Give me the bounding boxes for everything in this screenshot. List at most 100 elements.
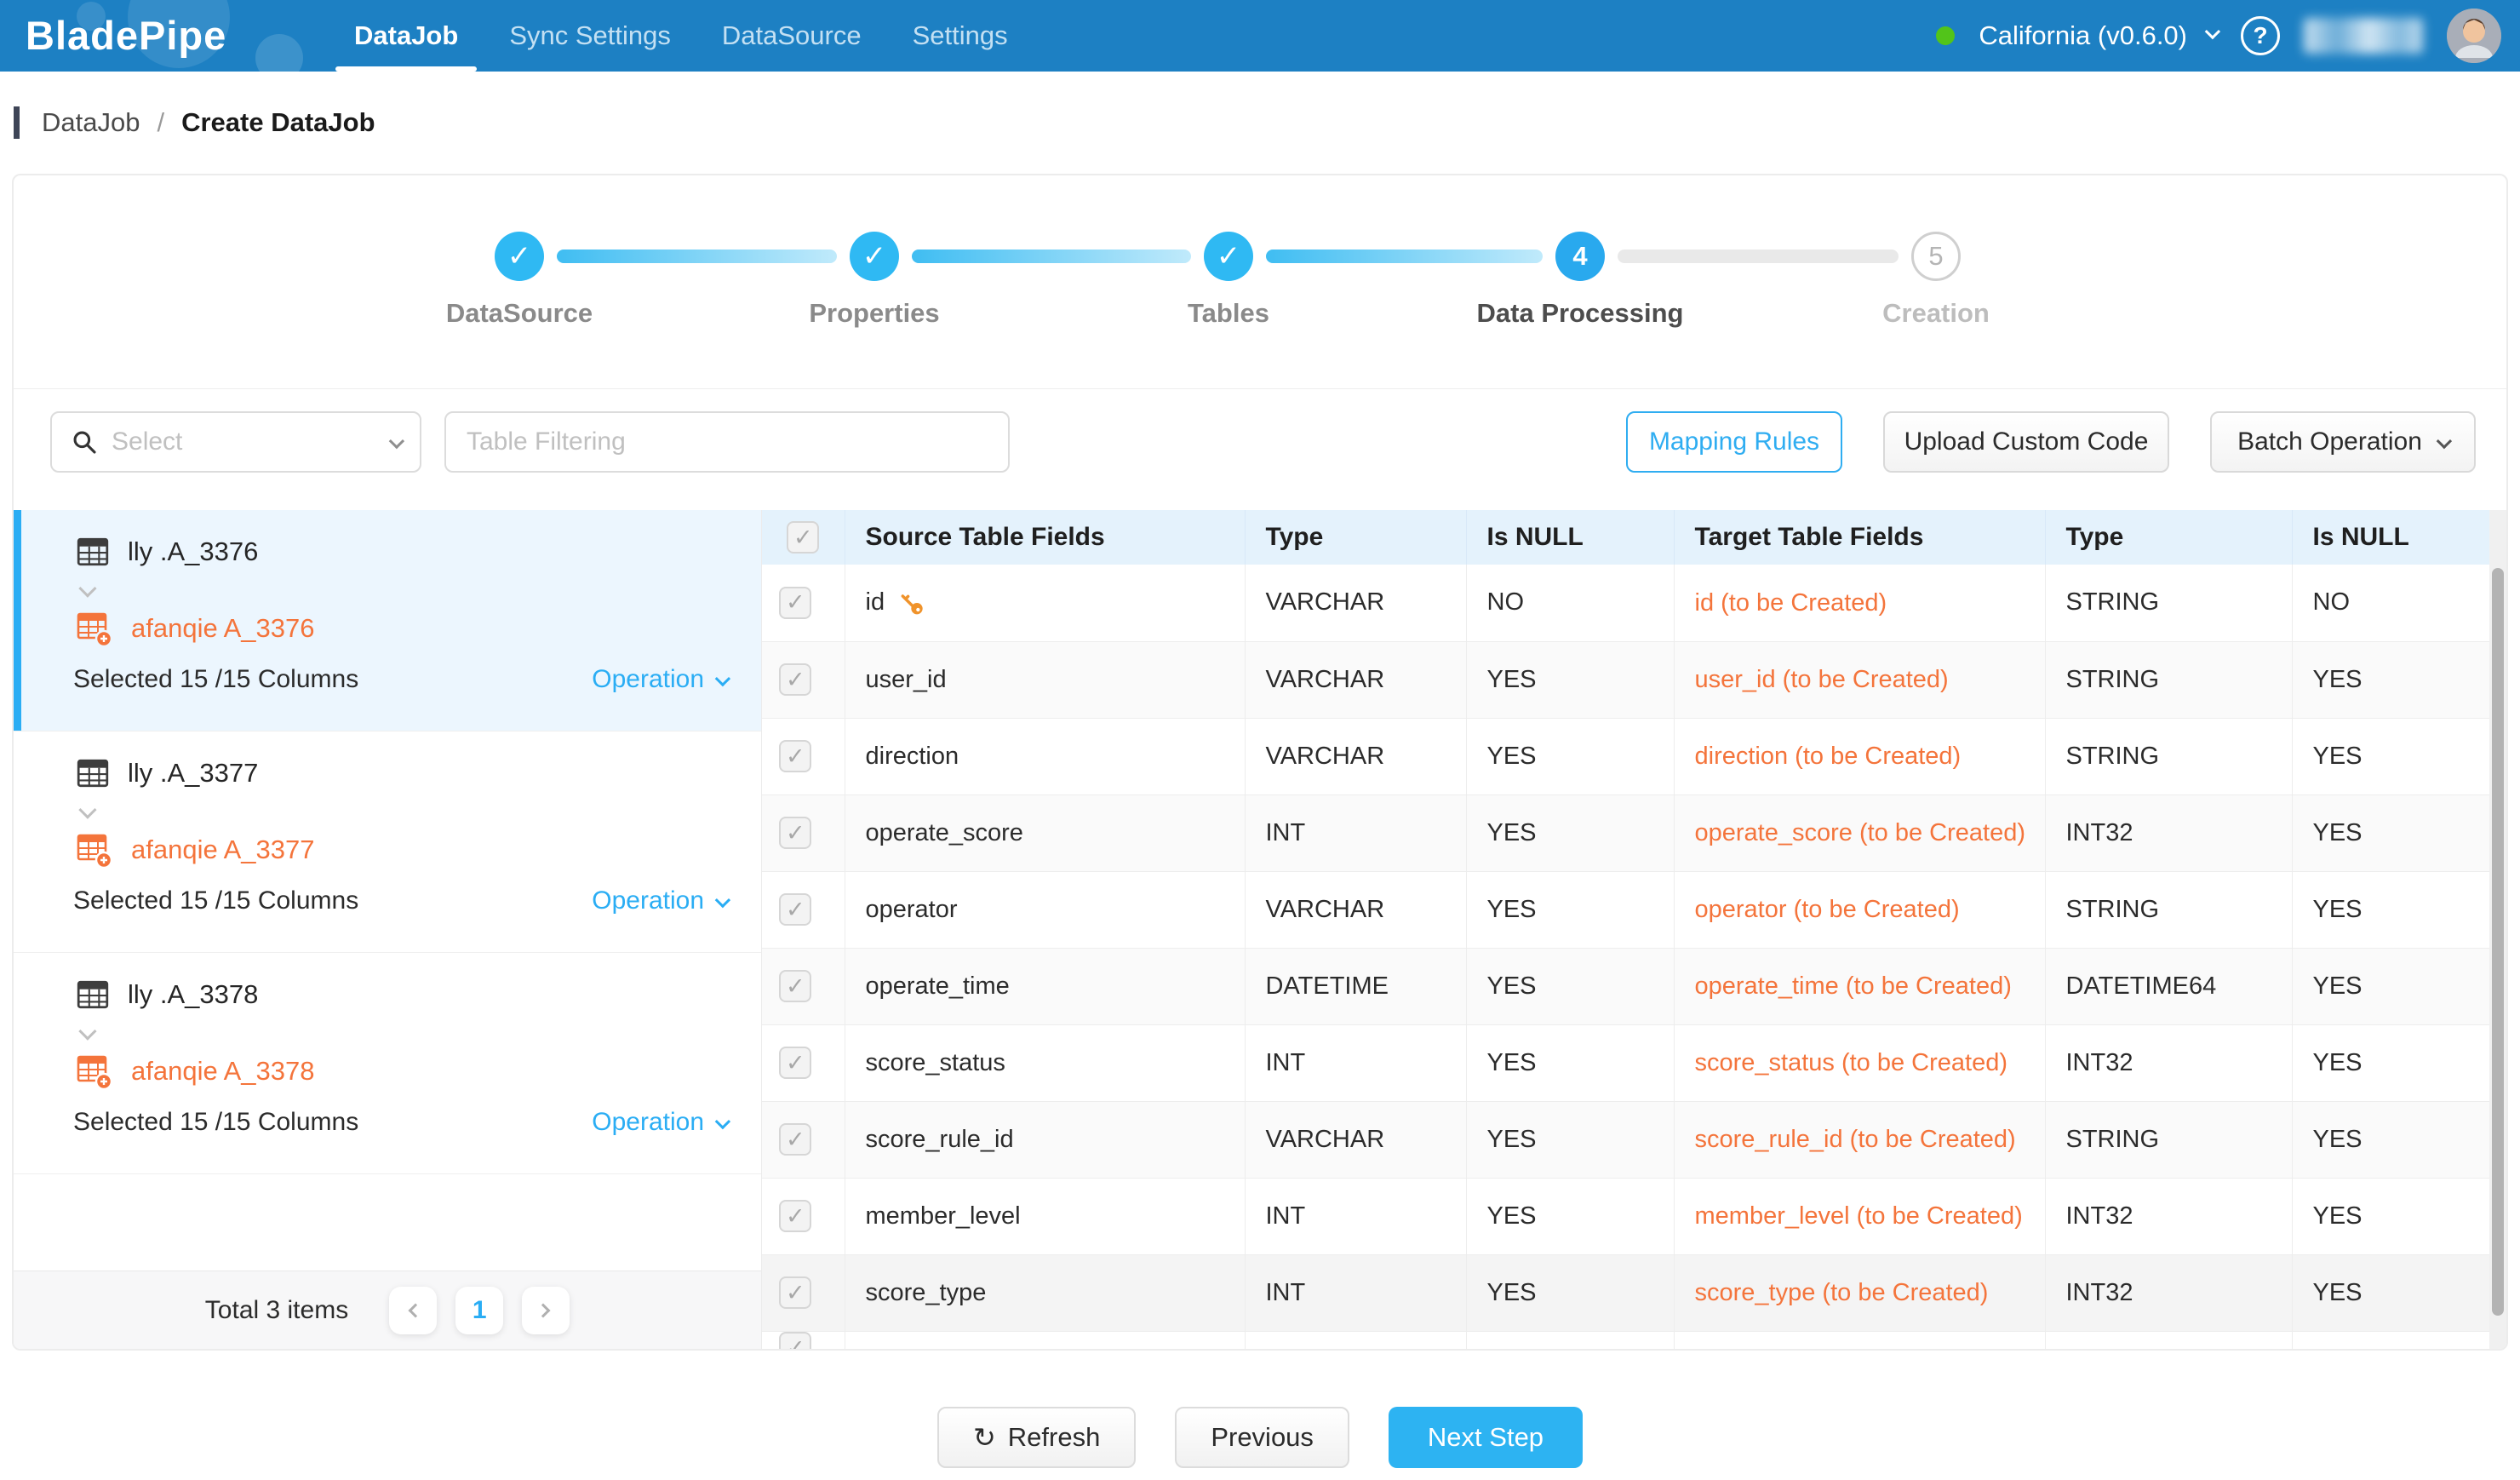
target-field: operate_score (to be Created) <box>1674 794 2045 871</box>
operation-label: Operation <box>592 1108 704 1137</box>
chevron-down-icon <box>2205 23 2220 38</box>
source-is-null: YES <box>1466 1101 1674 1178</box>
step-number: 5 <box>1928 241 1943 272</box>
pagination-prev-button[interactable] <box>389 1287 437 1334</box>
step-circle-creation: 5 <box>1911 232 1961 281</box>
row-checkbox[interactable] <box>779 587 811 619</box>
upload-custom-code-button[interactable]: Upload Custom Code <box>1883 411 2169 473</box>
app-logo: BladePipe <box>26 0 306 72</box>
list-pagination: Total 3 items 1 <box>14 1271 761 1349</box>
source-type: VARCHAR <box>1245 718 1466 794</box>
source-field: score_rule_id <box>845 1101 1245 1178</box>
target-field: member_level (to be Created) <box>1674 1178 2045 1254</box>
table-row: member_level INT YES member_level (to be… <box>762 1178 2489 1254</box>
target-type: STRING <box>2045 871 2292 948</box>
expand-chevron-icon[interactable] <box>80 805 727 822</box>
target-table-name: afanqie A_3378 <box>131 1056 315 1087</box>
previous-button[interactable]: Previous <box>1175 1407 1349 1468</box>
row-checkbox[interactable] <box>779 817 811 849</box>
operation-label: Operation <box>592 665 704 694</box>
breadcrumb-parent[interactable]: DataJob <box>42 107 140 138</box>
chevron-down-icon <box>715 892 730 907</box>
table-row: score_type INT YES score_type (to be Cre… <box>762 1254 2489 1331</box>
target-table-add-icon <box>75 609 114 648</box>
row-checkbox[interactable] <box>779 1123 811 1156</box>
field-mapping-table: Source Table Fields Type Is NULL Target … <box>762 510 2489 1349</box>
nav-tab-datajob[interactable]: DataJob <box>329 0 484 72</box>
mapping-rules-button[interactable]: Mapping Rules <box>1626 411 1842 473</box>
topnav-right-group: California (v0.6.0) ? <box>1936 0 2501 72</box>
step-label-data-processing: Data Processing <box>1418 298 1742 329</box>
expand-chevron-icon[interactable] <box>80 1026 727 1043</box>
table-scrollbar-track[interactable] <box>2489 510 2506 1349</box>
source-field: score_status <box>845 1024 1245 1101</box>
chevron-down-icon <box>715 1113 730 1128</box>
target-is-null: YES <box>2292 794 2489 871</box>
target-table-name: afanqie A_3377 <box>131 835 315 865</box>
select-dropdown[interactable]: Select <box>50 411 421 473</box>
col-header-target-fields: Target Table Fields <box>1674 510 2045 565</box>
row-checkbox[interactable] <box>779 970 811 1002</box>
search-icon <box>71 428 98 456</box>
source-type: INT <box>1245 794 1466 871</box>
target-is-null: YES <box>2292 1024 2489 1101</box>
region-label: California (v0.6.0) <box>1979 20 2187 51</box>
target-is-null: YES <box>2292 641 2489 718</box>
row-checkbox[interactable] <box>779 1200 811 1232</box>
field-mapping-table-area: Source Table Fields Type Is NULL Target … <box>762 510 2506 1349</box>
pagination-page-1[interactable]: 1 <box>455 1287 503 1334</box>
select-all-checkbox[interactable] <box>787 521 819 554</box>
operation-dropdown[interactable]: Operation <box>592 886 727 915</box>
mapping-content: lly .A_3376 afanqie A_3376 Selected 15 /… <box>14 510 2506 1349</box>
help-icon[interactable]: ? <box>2241 16 2280 55</box>
row-checkbox[interactable] <box>779 740 811 772</box>
table-pair-item[interactable]: lly .A_3378 afanqie A_3378 Selected 15 /… <box>14 953 761 1174</box>
batch-operation-label: Batch Operation <box>2237 427 2422 456</box>
table-row: score_rule_id VARCHAR YES score_rule_id … <box>762 1101 2489 1178</box>
nav-tab-datasource[interactable]: DataSource <box>696 0 887 72</box>
total-items-label: Total 3 items <box>205 1296 348 1325</box>
source-type: INT <box>1245 1024 1466 1101</box>
avatar[interactable] <box>2447 9 2501 63</box>
target-field: score_type (to be Created) <box>1674 1254 2045 1331</box>
target-is-null: YES <box>2292 1101 2489 1178</box>
table-row: score_status INT YES score_status (to be… <box>762 1024 2489 1101</box>
table-row: operate_score INT YES operate_score (to … <box>762 794 2489 871</box>
table-scrollbar-thumb[interactable] <box>2492 568 2504 1316</box>
row-checkbox[interactable] <box>779 1276 811 1309</box>
operation-dropdown[interactable]: Operation <box>592 1108 727 1137</box>
table-pair-item[interactable]: lly .A_3376 afanqie A_3376 Selected 15 /… <box>14 510 761 731</box>
step-circle-tables: ✓ <box>1204 232 1253 281</box>
target-field: user_id (to be Created) <box>1674 641 2045 718</box>
operation-dropdown[interactable]: Operation <box>592 665 727 694</box>
target-is-null: YES <box>2292 948 2489 1024</box>
source-field: operator <box>845 871 1245 948</box>
row-checkbox[interactable] <box>779 893 811 926</box>
row-checkbox[interactable] <box>779 1047 811 1079</box>
target-type: INT32 <box>2045 1254 2292 1331</box>
chevron-down-icon <box>715 670 730 686</box>
source-field: operate_time <box>845 948 1245 1024</box>
next-step-button[interactable]: Next Step <box>1389 1407 1583 1468</box>
source-type: INT <box>1245 1254 1466 1331</box>
col-header-target-type: Type <box>2045 510 2292 565</box>
nav-tab-settings[interactable]: Settings <box>887 0 1034 72</box>
row-checkbox[interactable] <box>779 1332 811 1349</box>
source-field: id <box>866 588 885 617</box>
target-table-add-icon <box>75 830 114 869</box>
step-connector <box>557 250 837 263</box>
step-circle-data-processing: 4 <box>1555 232 1605 281</box>
batch-operation-button[interactable]: Batch Operation <box>2210 411 2476 473</box>
step-connector <box>1618 250 1899 263</box>
source-field: member_level <box>845 1178 1245 1254</box>
table-filter-input[interactable] <box>444 411 1010 473</box>
pagination-next-button[interactable] <box>522 1287 570 1334</box>
nav-tab-sync-settings[interactable]: Sync Settings <box>484 0 696 72</box>
expand-chevron-icon[interactable] <box>80 583 727 600</box>
target-is-null: YES <box>2292 718 2489 794</box>
refresh-button[interactable]: ↻ Refresh <box>937 1407 1136 1468</box>
row-checkbox[interactable] <box>779 663 811 696</box>
target-type: DATETIME64 <box>2045 948 2292 1024</box>
table-pair-item[interactable]: lly .A_3377 afanqie A_3377 Selected 15 /… <box>14 731 761 953</box>
region-selector[interactable]: California (v0.6.0) <box>1979 20 2217 51</box>
